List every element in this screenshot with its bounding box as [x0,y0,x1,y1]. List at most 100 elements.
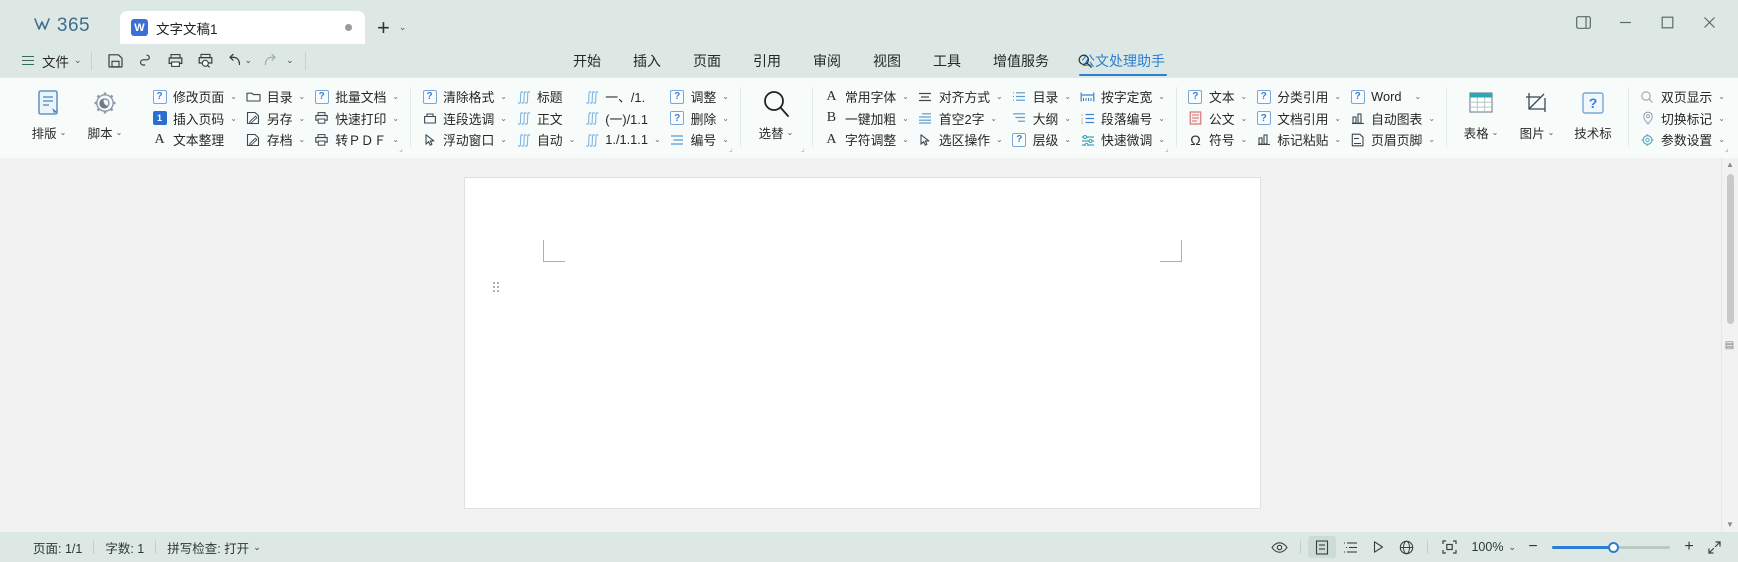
button-快速微调[interactable]: 快速微调⌄ [1075,129,1169,151]
button-编号[interactable]: 编号⌄ [665,129,733,151]
tab-增值服务[interactable]: 增值服务 [977,44,1065,77]
maximize-icon[interactable] [1646,8,1688,36]
tab-插入[interactable]: 插入 [617,44,677,77]
share-icon[interactable] [131,48,161,73]
new-tab-area[interactable]: + ⌄ [365,11,410,44]
scroll-down-arrow-icon[interactable]: ▼ [1726,518,1734,532]
minimize-icon[interactable] [1604,8,1646,36]
zoom-chevron-down-icon[interactable]: ⌄ [1508,542,1516,553]
button-存档[interactable]: 存档⌄ [241,129,309,151]
button-符号[interactable]: Ω符号⌄ [1183,129,1251,151]
zoom-slider-knob[interactable] [1608,542,1619,553]
document-canvas[interactable]: ▲ ▼ ▤ [0,158,1738,532]
button-标记粘贴[interactable]: 标记粘贴⌄ [1251,129,1345,151]
button-字符调整[interactable]: A字符调整⌄ [819,129,913,151]
button-选替[interactable]: 选替⌄ [747,82,805,152]
document-page[interactable] [465,178,1260,508]
button-二级编号[interactable]: ∭(一)/1.1 [579,108,664,130]
button-标题[interactable]: ∭标题 [511,86,579,108]
button-一键加粗[interactable]: B一键加粗⌄ [819,108,913,130]
zoom-level[interactable]: 100% [1463,540,1503,554]
file-menu-button[interactable]: 文件 ⌄ [22,51,82,71]
button-目录[interactable]: 目录⌄ [241,86,309,108]
tab-视图[interactable]: 视图 [857,44,917,77]
web-layout-icon[interactable] [1392,536,1420,558]
dialog-launcher-icon[interactable]: ⌟ [801,144,810,153]
focus-mode-icon[interactable] [1435,536,1463,558]
new-tab-chevron-down-icon[interactable]: ⌄ [399,22,407,33]
zoom-slider[interactable] [1552,540,1670,554]
button-大纲[interactable]: 大纲⌄ [1007,108,1075,130]
scroll-up-arrow-icon[interactable]: ▲ [1726,158,1734,172]
button-自动图表[interactable]: 自动图表⌄ [1345,108,1439,130]
button-对齐方式[interactable]: 对齐方式⌄ [913,86,1007,108]
button-正文[interactable]: ∭正文 [511,108,579,130]
button-三级编号[interactable]: ∭1./1.1.1⌄ [579,129,664,151]
dialog-launcher-icon[interactable]: ⌟ [399,144,408,153]
button-文本[interactable]: ?文本⌄ [1183,86,1251,108]
button-排版[interactable]: 排版⌄ [21,82,77,152]
button-删除[interactable]: ?删除⌄ [665,108,733,130]
dialog-launcher-icon[interactable]: ⌟ [1165,144,1174,153]
button-转PDF[interactable]: 转ＰＤＦ⌄ [309,129,403,151]
button-修改页面[interactable]: ?修改页面⌄ [147,86,241,108]
button-一级编号[interactable]: ∭一、/1. [579,86,664,108]
zoom-out-button[interactable]: − [1522,538,1544,556]
zoom-in-button[interactable]: + [1678,538,1700,556]
tab-引用[interactable]: 引用 [737,44,797,77]
fullscreen-icon[interactable] [1700,536,1728,558]
spellcheck-status[interactable]: 拼写检查: 打开 ⌄ [156,538,272,557]
redo-icon[interactable] [254,48,284,73]
button-图片[interactable]: 图片⌄ [1509,82,1565,152]
button-段落编号[interactable]: 123段落编号⌄ [1075,108,1169,130]
print-layout-icon[interactable] [1308,536,1336,558]
button-首空2字[interactable]: 首空2字⌄ [913,108,1007,130]
button-双页显示[interactable]: 双页显示⌄ [1635,86,1729,108]
print-icon[interactable] [161,48,191,73]
button-连段选调[interactable]: 连段选调⌄ [417,108,511,130]
wps-365-logo[interactable]: 365 [14,9,110,43]
button-批量文档[interactable]: ?批量文档⌄ [309,86,403,108]
button-文本整理[interactable]: A文本整理 [147,129,241,151]
button-技术标[interactable]: ? 技术标 [1565,82,1621,152]
new-tab-plus-icon[interactable]: + [377,17,390,39]
button-页眉页脚[interactable]: 页眉页脚⌄ [1345,129,1439,151]
tab-页面[interactable]: 页面 [677,44,737,77]
reading-view-icon[interactable] [1364,536,1392,558]
button-分类引用[interactable]: ?分类引用⌄ [1251,86,1345,108]
tab-审阅[interactable]: 审阅 [797,44,857,77]
button-浮动窗口[interactable]: 浮动窗口⌄ [417,129,511,151]
document-tab[interactable]: W 文字文稿1 [120,11,365,44]
tab-工具[interactable]: 工具 [917,44,977,77]
button-自动[interactable]: ∭自动⌄ [511,129,579,151]
button-调整[interactable]: ?调整⌄ [665,86,733,108]
tab-开始[interactable]: 开始 [557,44,617,77]
print-preview-icon[interactable] [191,48,221,73]
eye-icon[interactable] [1265,536,1293,558]
scrollbar-thumb[interactable] [1727,174,1734,324]
undo-chevron-down-icon[interactable]: ⌄ [245,55,253,66]
button-按字定宽[interactable]: 按字定宽⌄ [1075,86,1169,108]
outline-view-icon[interactable] [1336,536,1364,558]
button-Word[interactable]: ?Word⌄ [1345,86,1439,108]
split-view-icon[interactable]: ▤ [1722,338,1737,353]
button-公文[interactable]: 公文⌄ [1183,108,1251,130]
button-常用字体[interactable]: A常用字体⌄ [819,86,913,108]
button-脚本[interactable]: 脚本⌄ [77,82,133,152]
button-文档引用[interactable]: ?文档引用⌄ [1251,108,1345,130]
button-清除格式[interactable]: ?清除格式⌄ [417,86,511,108]
restore-layout-icon[interactable] [1562,8,1604,36]
save-icon[interactable] [101,48,131,73]
search-icon[interactable] [1072,49,1098,73]
button-另存[interactable]: 另存⌄ [241,108,309,130]
button-层级[interactable]: ?层级⌄ [1007,129,1075,151]
button-表格[interactable]: 表格⌄ [1453,82,1509,152]
button-参数设置[interactable]: 参数设置⌄ [1635,129,1729,151]
button-插入页码[interactable]: 1插入页码⌄ [147,108,241,130]
button-目录-toc[interactable]: 目录⌄ [1007,86,1075,108]
dialog-launcher-icon[interactable]: ⌟ [729,144,738,153]
button-选区操作[interactable]: 选区操作⌄ [913,129,1007,151]
button-切换标记[interactable]: 切换标记⌄ [1635,108,1729,130]
close-icon[interactable] [1688,8,1730,36]
dialog-launcher-icon[interactable]: ⌟ [1725,144,1734,153]
